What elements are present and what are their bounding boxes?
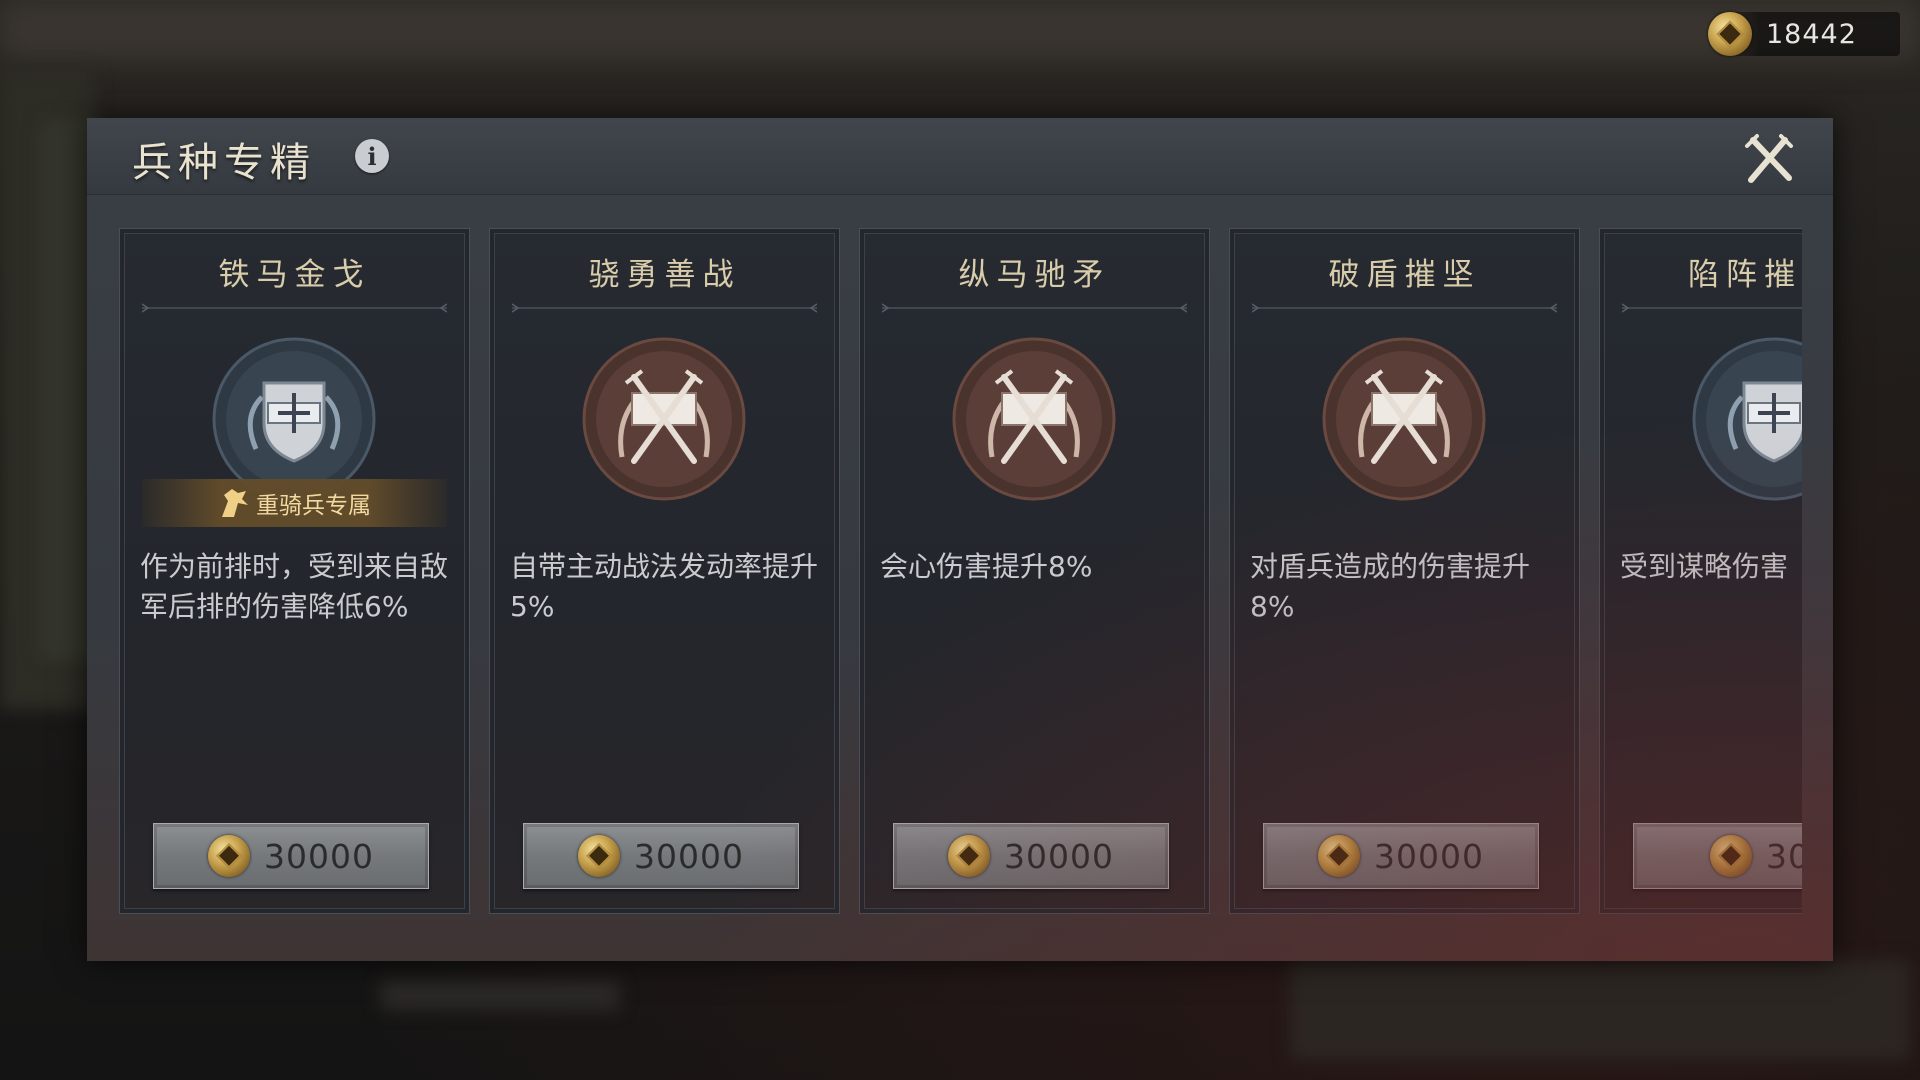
panel-title: 兵种专精 [132,140,316,186]
panel-header: 兵种专精 i [87,118,1833,195]
card-title: 破盾摧坚 [1328,257,1481,293]
unlock-price-button[interactable]: 30000 [153,823,429,889]
card-description: 自带主动战法发动率提升5% [510,550,819,623]
unlock-price-button[interactable]: 30000 [893,823,1169,889]
copper-coin-icon [1318,835,1360,877]
copper-coin-icon [578,835,620,877]
currency-display: 18442 [1708,12,1900,56]
shield-emblem-icon [212,337,376,501]
card-title: 纵马驰矛 [958,257,1111,293]
price-label: 30000 [1374,836,1484,876]
troop-specialization-panel: 兵种专精 i 铁马金戈 重骑兵专属 作为前排时，受到来自敌军后排的伤害降低6% … [87,118,1833,961]
price-label: 30000 [634,836,744,876]
unlock-price-button[interactable]: 30000 [523,823,799,889]
card-divider [142,303,447,313]
unlock-price-button[interactable]: 30000 [1263,823,1539,889]
card-description: 作为前排时，受到来自敌军后排的伤害降低6% [140,550,449,623]
heavy-cavalry-exclusive-badge: 重骑兵专属 [142,479,447,527]
cards-carousel[interactable]: 铁马金戈 重骑兵专属 作为前排时，受到来自敌军后排的伤害降低6% 30000 骁… [119,228,1802,1033]
specialization-card[interactable]: 骁勇善战 自带主动战法发动率提升5% 30000 [489,228,840,914]
card-title: 铁马金戈 [218,257,371,293]
horse-icon [222,489,248,517]
specialization-card[interactable]: 铁马金戈 重骑兵专属 作为前排时，受到来自敌军后排的伤害降低6% 30000 [119,228,470,914]
card-divider [1252,303,1557,313]
card-divider [882,303,1187,313]
specialization-card[interactable]: 破盾摧坚 对盾兵造成的伤害提升8% 30000 [1229,228,1580,914]
card-divider [512,303,817,313]
currency-amount: 18442 [1766,18,1857,50]
card-description: 对盾兵造成的伤害提升8% [1250,550,1531,623]
copper-coin-icon [1708,12,1752,56]
card-description: 会心伤害提升8% [880,550,1093,583]
exclusive-label: 重骑兵专属 [256,493,371,519]
crossed-swords-emblem-icon [952,337,1116,501]
close-button[interactable] [1741,132,1797,188]
card-description: 受到谋略伤害 [1620,550,1789,583]
price-label: 300 [1766,836,1802,876]
card-title: 陷阵摧 [1688,257,1802,293]
price-label: 30000 [1004,836,1114,876]
crossed-swords-emblem-icon [1322,337,1486,501]
close-crossed-swords-icon [1745,134,1793,183]
specialization-card[interactable]: 陷阵摧 受到谋略伤害 300 [1599,228,1802,914]
specialization-card[interactable]: 纵马驰矛 会心伤害提升8% 30000 [859,228,1210,914]
info-icon[interactable]: i [355,139,389,173]
background-top-strip [0,0,1920,60]
card-divider [1622,303,1802,313]
copper-coin-icon [948,835,990,877]
card-title: 骁勇善战 [588,257,741,293]
unlock-price-button[interactable]: 300 [1633,823,1802,889]
price-label: 30000 [264,836,374,876]
copper-coin-icon [1710,835,1752,877]
copper-coin-icon [208,835,250,877]
shield-emblem-icon [1692,337,1802,501]
crossed-swords-emblem-icon [582,337,746,501]
